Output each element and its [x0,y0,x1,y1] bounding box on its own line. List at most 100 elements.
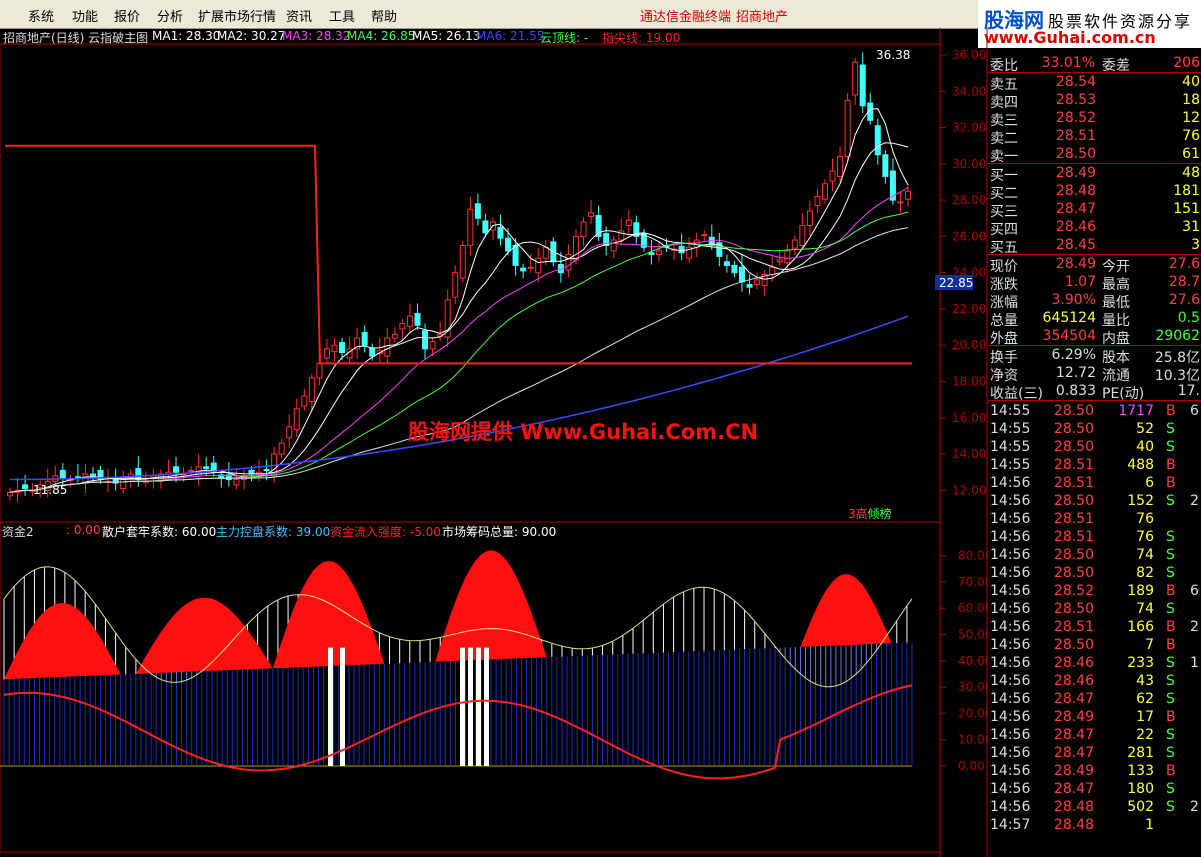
candle-body [874,125,881,156]
candle-body [90,473,97,477]
rank-badge[interactable]: 3高倾榜 [848,505,892,522]
candle-body [648,252,655,256]
candle-body [738,266,745,283]
tick-volume: 1 [1145,817,1154,833]
tick-side: B [1166,475,1176,491]
tick-side: S [1166,439,1175,455]
tick-row: 14:55 28.50 52 S [988,420,1201,439]
candle-body [882,154,889,178]
bid-volume: 48 [1182,165,1200,181]
candle-body [331,344,338,353]
y-tick-label: 18.00 [952,375,986,389]
ask-volume: 61 [1182,146,1200,162]
tick-row: 14:56 28.50 7 B [988,636,1201,655]
y-tick-label: 28.00 [952,193,986,207]
cloud-top-label: 云顶线: - [540,31,589,45]
candle-body [369,347,376,357]
tick-time: 14:56 [990,565,1031,581]
badge-a: 3高 [848,507,868,521]
candle-body [278,442,285,455]
sep-5 [988,400,1201,401]
candle-body [512,244,519,266]
candle-body [429,341,436,350]
stat-value: 28.49 [1055,256,1096,272]
fund-value: 6.29% [1051,347,1096,363]
tick-side: S [1166,745,1175,761]
candle-body [422,330,429,350]
tick-volume: 7 [1145,637,1154,653]
candle-body [173,466,180,473]
candle-body [731,264,738,274]
signal-bar [340,647,345,766]
candle-body [678,245,685,254]
candle-body [323,348,330,359]
tick-side: B [1166,637,1176,653]
tick-time: 14:56 [990,709,1031,725]
tick-row: 14:56 28.48 502 S 2 [988,798,1201,817]
tick-price: 28.50 [1053,493,1094,509]
tick-side: S [1166,673,1175,689]
fingertip-line [5,144,912,365]
signal-bar [460,647,465,766]
tick-volume: 233 [1127,655,1154,671]
tick-side: B [1166,709,1176,725]
tick-price: 28.48 [1053,799,1094,815]
tick-price: 28.51 [1053,619,1094,635]
chart-title: 招商地产(日线) 云指破主图 [3,31,149,45]
tick-volume: 22 [1136,727,1154,743]
tick-volume: 82 [1136,565,1154,581]
tick-price: 28.50 [1053,547,1094,563]
candle-body [542,246,549,259]
tick-row: 14:55 28.51 488 B [988,456,1201,475]
ind-tick-label: 0.00 [958,759,985,773]
y-tick-label: 30.00 [952,157,986,171]
ind-tick-label: 60.00 [958,601,988,615]
tick-side: S [1166,601,1175,617]
candle-body [565,254,572,271]
bid-volume: 3 [1191,237,1200,253]
tick-time: 14:56 [990,493,1031,509]
fund-value-2: 17. [1177,383,1200,399]
ma3-line [9,187,909,493]
candle-body [625,219,632,227]
tick-side: S [1166,421,1175,437]
ask-row: 卖五 28.54 40 [988,73,1201,93]
stat-value-2: 27.6 [1168,292,1200,308]
tick-time: 14:56 [990,637,1031,653]
ask-price: 28.52 [1055,110,1096,126]
ma6-label: MA6: 21.55 [476,29,545,43]
ask-row: 卖一 28.50 61 [988,145,1201,165]
ask-price: 28.51 [1055,128,1096,144]
y-tick-label: 12.00 [952,483,986,497]
candle-body [776,259,783,263]
tick-row: 14:56 28.50 74 S [988,600,1201,619]
tick-volume: 76 [1136,529,1154,545]
candle-body [22,484,29,490]
y-tick-label: 14.00 [952,447,986,461]
signal-bar [468,647,473,766]
main-control-area [435,550,547,662]
flow-line [3,684,913,780]
candle-body [7,491,13,497]
ma6-line [10,315,909,481]
bid-volume: 151 [1173,201,1200,217]
candle-body [829,170,836,182]
tick-side: S [1166,547,1175,563]
ask-price: 28.54 [1055,74,1096,90]
tick-time: 14:57 [990,817,1031,833]
candle-body [754,279,761,285]
site-logo: 股海网 股票软件资源分享 www.Guhai.com.cn [978,0,1201,48]
candle-body [837,156,844,178]
stat-value-2: 28.7 [1168,274,1200,290]
tick-side: S [1166,493,1175,509]
tick-volume: 166 [1127,619,1154,635]
tick-row: 14:56 28.49 133 B [988,762,1201,781]
tick-row: 14:56 28.51 166 B 2 [988,618,1201,637]
ask-price: 28.50 [1055,146,1096,162]
order-diff-value: 206 [1173,55,1200,71]
ind-zero: : 0.00 [66,523,101,537]
tick-count: 6 [1190,403,1199,419]
tick-row: 14:56 28.51 76 S [988,528,1201,547]
tick-count: 2 [1190,493,1199,509]
stat-value: 354504 [1042,328,1096,344]
